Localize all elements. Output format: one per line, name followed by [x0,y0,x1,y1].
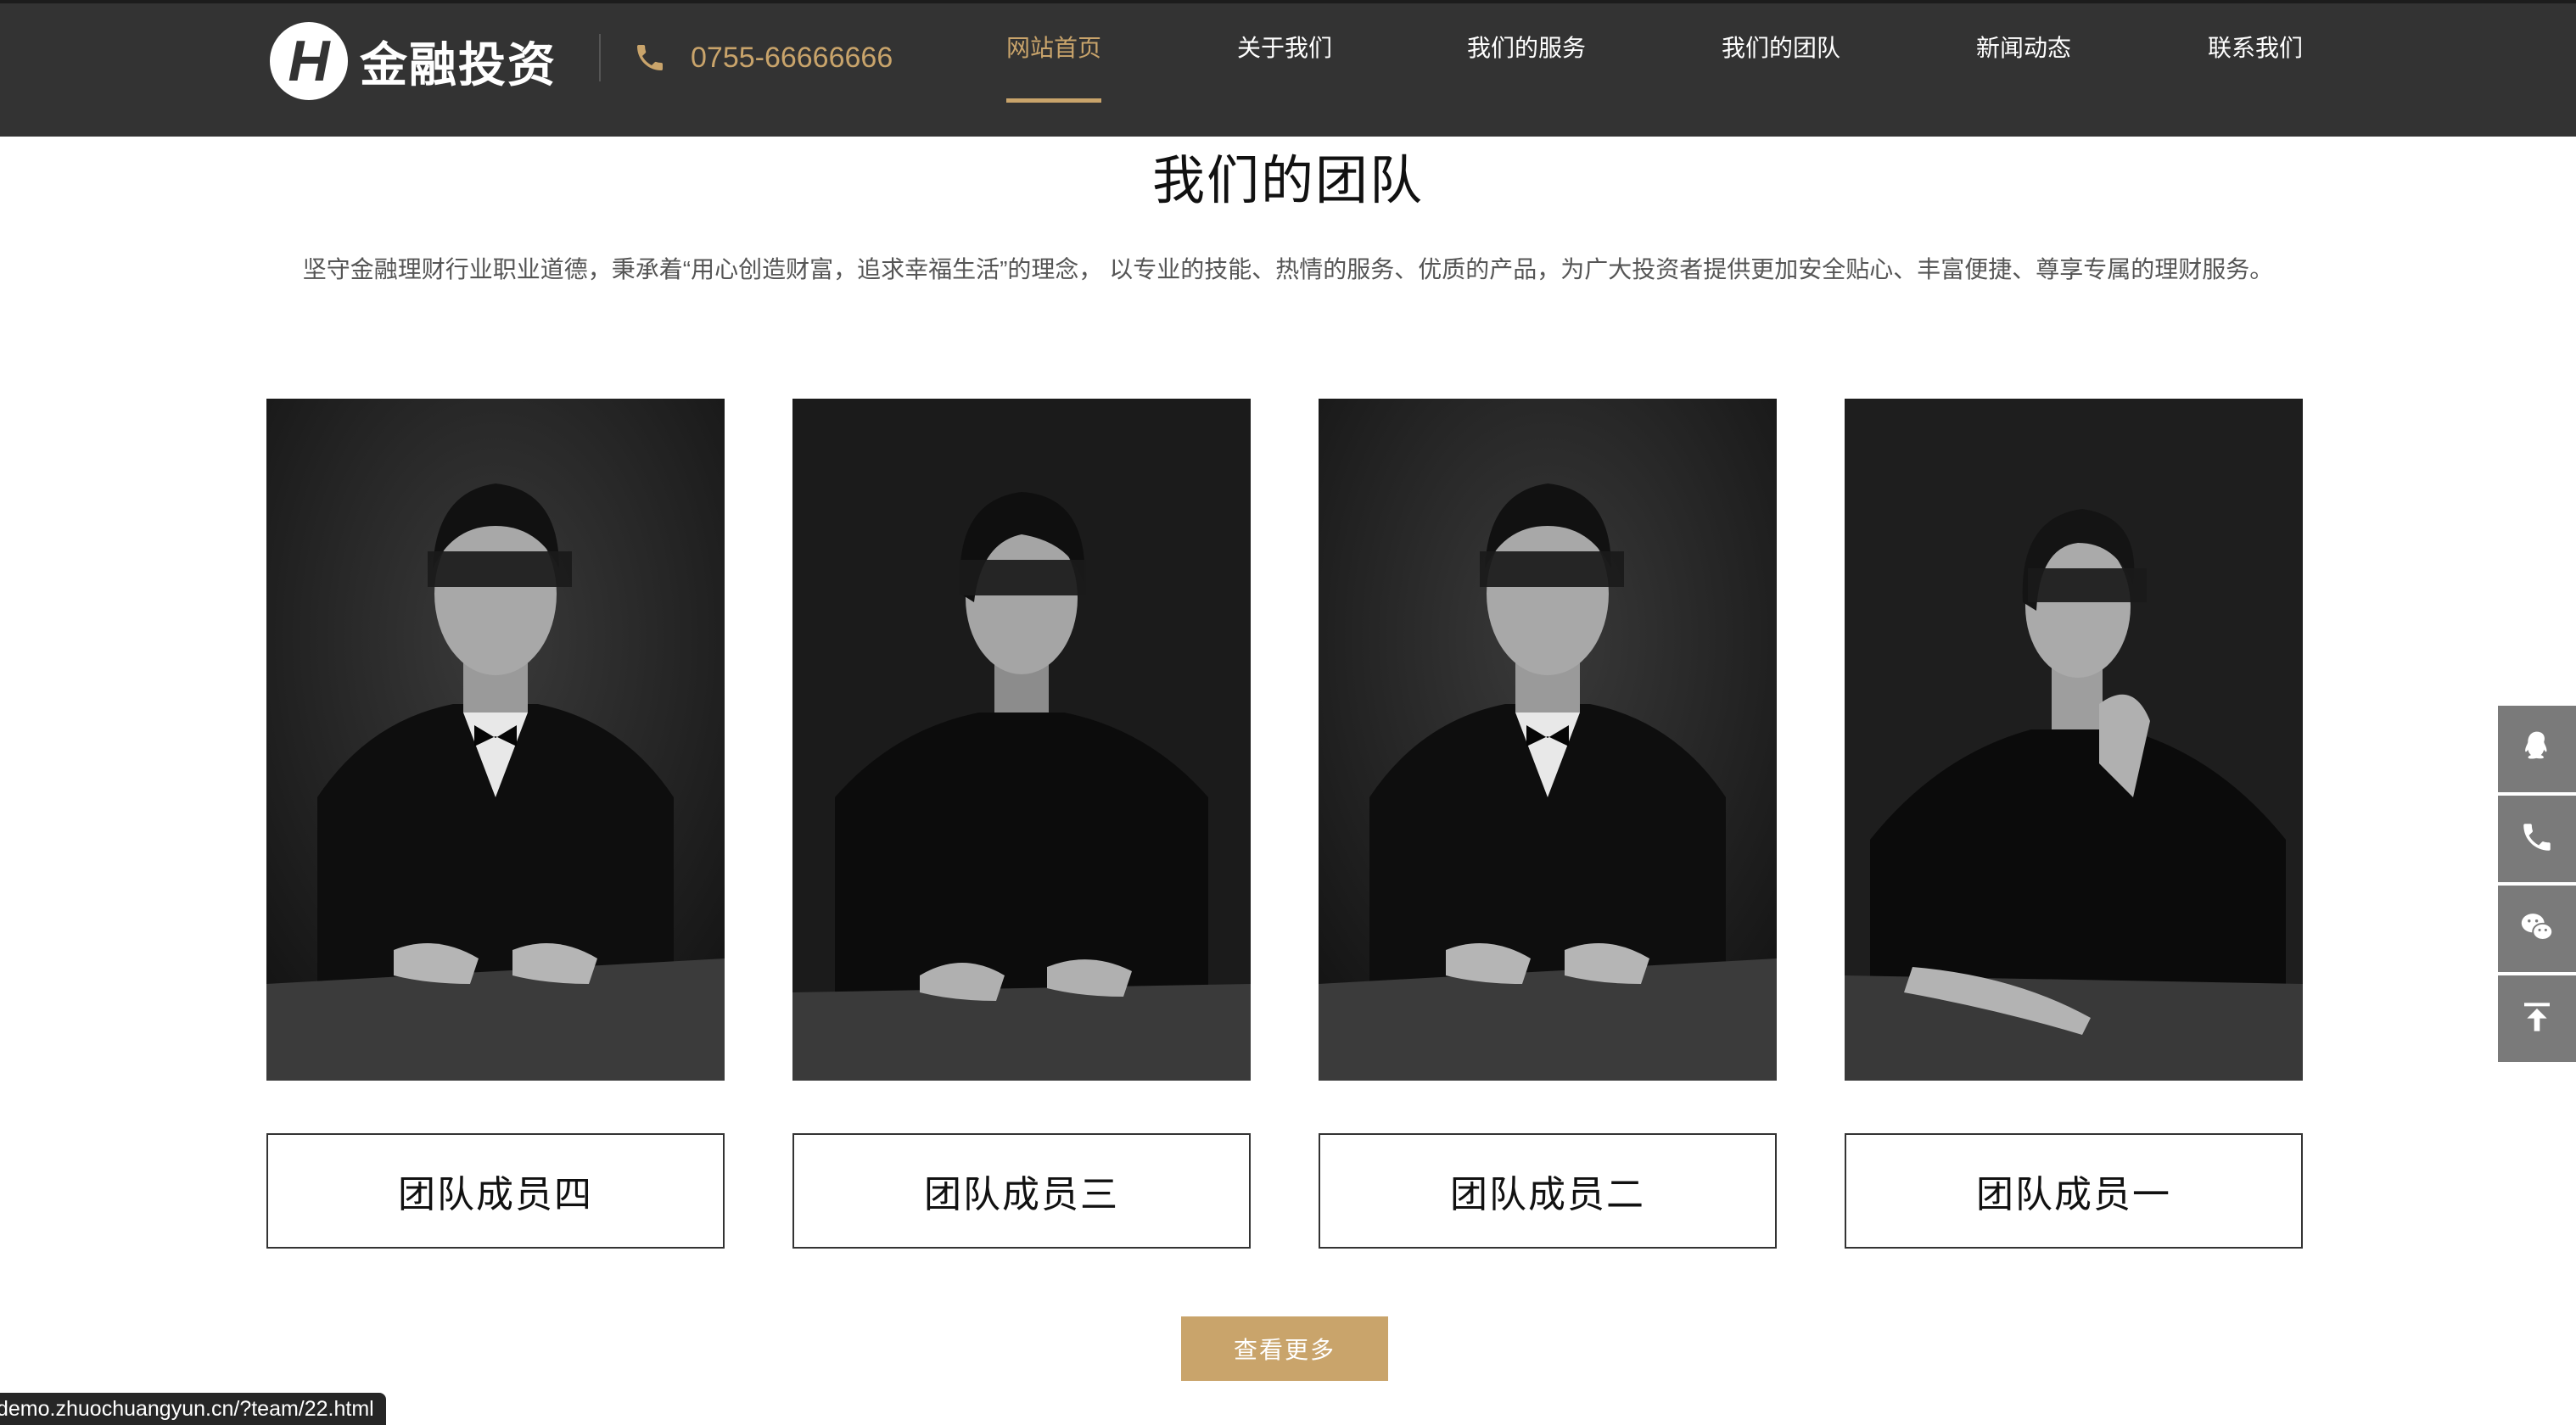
back-to-top-button[interactable] [2498,975,2576,1062]
member-photo-4[interactable] [266,399,725,1081]
member-name-4[interactable]: 团队成员四 [266,1133,725,1249]
site-logo[interactable]: H 金融投资 [270,22,557,100]
phone-number: 0755-66666666 [691,41,893,74]
member-name-2[interactable]: 团队成员二 [1319,1133,1777,1249]
nav-active-underline [1006,98,1101,103]
wechat-button[interactable] [2498,886,2576,972]
member-photo-2[interactable] [1319,399,1777,1081]
phone-icon [2519,819,2555,859]
phone-button[interactable] [2498,796,2576,882]
floating-contact-bar [2498,706,2576,1065]
qq-icon [2518,729,2556,770]
member-photo-1[interactable] [1845,399,2303,1081]
nav-about[interactable]: 关于我们 [1237,0,1332,115]
status-bar-url: demo.zhuochuangyun.cn/?team/22.html [0,1393,386,1425]
header-divider [599,34,601,81]
wechat-icon [2517,908,2556,951]
nav-contact[interactable]: 联系我们 [2208,0,2303,115]
header-phone: 0755-66666666 [633,34,893,81]
nav-team[interactable]: 我们的团队 [1722,0,1840,115]
section-description: 坚守金融理财行业职业道德，秉承着“用心创造财富，追求幸福生活”的理念， 以专业的… [302,256,2274,282]
site-header: H 金融投资 0755-66666666 网站首页 关于我们 我们的服务 我们的… [0,0,2576,137]
logo-text: 金融投资 [360,37,557,92]
phone-icon [633,41,667,75]
nav-home[interactable]: 网站首页 [1006,0,1101,115]
back-to-top-icon [2520,998,2554,1040]
qq-button[interactable] [2498,706,2576,792]
status-url-text: demo.zhuochuangyun.cn/?team/22.html [0,1396,374,1421]
view-more-button[interactable]: 查看更多 [1181,1316,1388,1381]
member-photo-3[interactable] [792,399,1251,1081]
logo-mark: H [270,22,348,100]
member-name-3[interactable]: 团队成员三 [792,1133,1251,1249]
nav-news[interactable]: 新闻动态 [1976,0,2071,115]
section-title: 我们的团队 [1151,152,1424,210]
nav-services[interactable]: 我们的服务 [1467,0,1586,115]
logo-letter: H [288,29,330,93]
member-name-1[interactable]: 团队成员一 [1845,1133,2303,1249]
